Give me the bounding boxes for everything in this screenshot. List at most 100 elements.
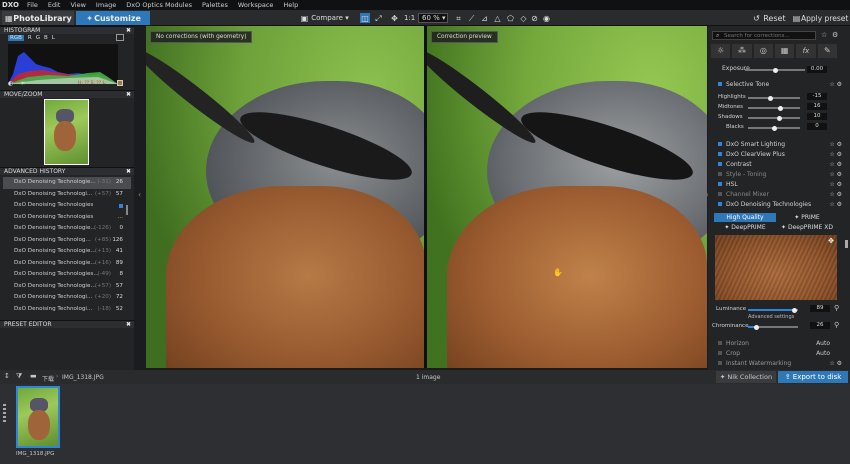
module-crop[interactable]: Crop Auto xyxy=(710,349,844,359)
history-scrollbar[interactable] xyxy=(126,205,128,215)
slider-knob[interactable] xyxy=(772,125,777,131)
module-clearview[interactable]: DxO ClearView Plus ☆ ⚙ xyxy=(710,150,844,160)
chrominance-value[interactable]: 26 xyxy=(810,322,830,329)
highlights-slider[interactable] xyxy=(748,95,800,101)
light-tab-icon[interactable]: ☼ xyxy=(711,44,731,58)
histogram-options-icon[interactable] xyxy=(116,34,124,41)
history-row[interactable]: DxO Denoising Technologies... xyxy=(3,212,131,224)
preview-toggle[interactable]: ◉ xyxy=(542,13,551,23)
channel-g[interactable]: G xyxy=(36,35,40,41)
module-enabled-icon[interactable] xyxy=(718,182,722,186)
module-watermarking[interactable]: Instant Watermarking ☆ ⚙ xyxy=(710,359,844,369)
move-button[interactable]: ✥ xyxy=(390,13,399,23)
exposure-value[interactable]: 0.00 xyxy=(807,66,827,73)
channel-r[interactable]: R xyxy=(28,35,32,41)
module-channel-mixer[interactable]: Channel Mixer ☆ ⚙ xyxy=(710,190,844,200)
channel-b[interactable]: B xyxy=(44,35,48,41)
history-row[interactable]: DxO Denoising Technologie... (+57) 57 xyxy=(3,281,131,293)
module-disabled-icon[interactable] xyxy=(718,192,722,196)
module-enabled-icon[interactable] xyxy=(718,162,722,166)
apply-preset-button[interactable]: ▤ Apply preset xyxy=(792,13,849,23)
channel-rgb[interactable]: RGB xyxy=(8,35,24,41)
module-denoising[interactable]: DxO Denoising Technologies ☆ ⚙ xyxy=(710,200,844,210)
history-row[interactable]: DxO Denoising Technologie... (-126) 0 xyxy=(3,223,131,235)
search-field[interactable] xyxy=(724,32,814,39)
history-row[interactable]: DxO Denoising Technologie... (+16) 89 xyxy=(3,258,131,270)
sort-icon[interactable]: ↕ xyxy=(4,372,10,380)
current-folder[interactable]: 下载 xyxy=(42,374,54,383)
menu-file[interactable]: File xyxy=(22,1,43,9)
module-style-toning[interactable]: Style - Toning ☆ ⚙ xyxy=(710,170,844,180)
color-tab-icon[interactable]: ⁂ xyxy=(732,44,752,58)
deepprime-xd-button[interactable]: ✦ DeepPRIME XD xyxy=(778,223,836,232)
module-actions[interactable]: ☆ ⚙ xyxy=(829,150,842,160)
module-selective-tone[interactable]: Selective Tone ☆ ⚙ xyxy=(710,80,844,90)
history-row[interactable]: DxO Denoising Technologie... (+13) 41 xyxy=(3,246,131,258)
fit-button[interactable]: ⤢ xyxy=(374,13,383,23)
tab-photolibrary[interactable]: ▦ PhotoLibrary xyxy=(2,11,74,25)
tab-customize[interactable]: ✦ Customize xyxy=(76,11,150,25)
close-icon[interactable]: ✖ xyxy=(126,168,131,176)
ratio-button[interactable]: 1:1 xyxy=(404,13,415,23)
search-input[interactable]: ⌕ xyxy=(712,31,816,40)
favorite-star-icon[interactable]: ☆ xyxy=(821,31,827,39)
history-row[interactable]: DxO Denoising Technologi... (-18) 52 xyxy=(3,304,131,316)
luminance-slider[interactable] xyxy=(748,307,798,313)
module-actions[interactable]: ☆ ⚙ xyxy=(829,190,842,200)
shadow-clip-icon[interactable]: ◐ xyxy=(8,80,13,87)
midtones-value[interactable]: 16 xyxy=(807,103,827,110)
history-row[interactable]: DxO Denoising Technologie... (-31) 26 xyxy=(3,177,131,189)
rating-handle[interactable] xyxy=(3,404,6,424)
history-row[interactable]: DxO Denoising Technologi... (+20) 72 xyxy=(3,292,131,304)
module-smart-lighting[interactable]: DxO Smart Lighting ☆ ⚙ xyxy=(710,140,844,150)
close-icon[interactable]: ✖ xyxy=(126,321,131,329)
image-viewer[interactable]: No corrections (with geometry) Correctio… xyxy=(146,26,707,368)
module-actions[interactable]: ☆ ⚙ xyxy=(829,359,842,369)
redeye-tool[interactable]: ⊘ xyxy=(530,13,539,23)
module-actions[interactable]: ☆ ⚙ xyxy=(829,200,842,210)
filter-icon[interactable]: ⧩ xyxy=(16,372,22,381)
compare-button[interactable]: ▣ Compare ▾ xyxy=(300,13,349,23)
module-enabled-icon[interactable] xyxy=(718,142,722,146)
menu-palettes[interactable]: Palettes xyxy=(197,1,233,9)
luminance-pin-icon[interactable]: ⚲ xyxy=(834,304,839,312)
module-actions[interactable]: ☆ ⚙ xyxy=(829,140,842,150)
history-row[interactable]: DxO Denoising Technologi... (+57) 57 xyxy=(3,189,131,201)
module-disabled-icon[interactable] xyxy=(718,361,722,365)
slider-knob[interactable] xyxy=(778,105,783,111)
menu-edit[interactable]: Edit xyxy=(43,1,66,9)
module-enabled-icon[interactable] xyxy=(718,82,722,86)
history-row[interactable]: DxO Denoising Technolog... (+85) 126 xyxy=(3,235,131,247)
settings-gear-icon[interactable]: ⚙ xyxy=(832,31,838,39)
midtones-slider[interactable] xyxy=(748,105,800,111)
fx-tab-icon[interactable]: fx xyxy=(796,44,816,58)
module-enabled-icon[interactable] xyxy=(718,152,722,156)
crop-tool[interactable]: ⌗ xyxy=(454,13,463,23)
shadows-value[interactable]: 10 xyxy=(807,113,827,120)
close-icon[interactable]: ✖ xyxy=(126,27,131,35)
loupe-move-icon[interactable]: ✥ xyxy=(827,237,835,245)
highlight-clip-icon[interactable]: ☀ xyxy=(20,80,25,87)
advanced-settings-link[interactable]: Advanced settings xyxy=(748,314,794,320)
pen-tab-icon[interactable]: ✎ xyxy=(817,44,837,58)
menu-optics[interactable]: DxO Optics Modules xyxy=(121,1,197,9)
module-actions[interactable]: ☆ ⚙ xyxy=(829,80,842,90)
local-adjust-tool[interactable]: ◇ xyxy=(519,13,528,23)
menu-workspace[interactable]: Workspace xyxy=(233,1,279,9)
menu-image[interactable]: Image xyxy=(91,1,121,9)
luminance-value[interactable]: 89 xyxy=(810,305,830,312)
shadows-slider[interactable] xyxy=(748,115,800,121)
nik-collection-button[interactable]: ✦ Nik Collection xyxy=(716,371,776,383)
collapse-left-icon[interactable]: ‹ xyxy=(138,190,141,199)
module-enabled-icon[interactable] xyxy=(718,202,722,206)
picker-tool[interactable]: ⟋ xyxy=(467,13,476,23)
reset-button[interactable]: ↺ Reset xyxy=(752,13,785,23)
history-row[interactable]: DxO Denoising Technologies xyxy=(3,200,131,212)
module-actions[interactable]: ☆ ⚙ xyxy=(829,180,842,190)
chrominance-slider[interactable] xyxy=(748,324,798,330)
thumbnail[interactable] xyxy=(16,386,60,448)
blacks-value[interactable]: 0 xyxy=(807,123,827,130)
menu-view[interactable]: View xyxy=(65,1,90,9)
highlights-value[interactable]: -15 xyxy=(807,93,827,100)
module-contrast[interactable]: Contrast ☆ ⚙ xyxy=(710,160,844,170)
